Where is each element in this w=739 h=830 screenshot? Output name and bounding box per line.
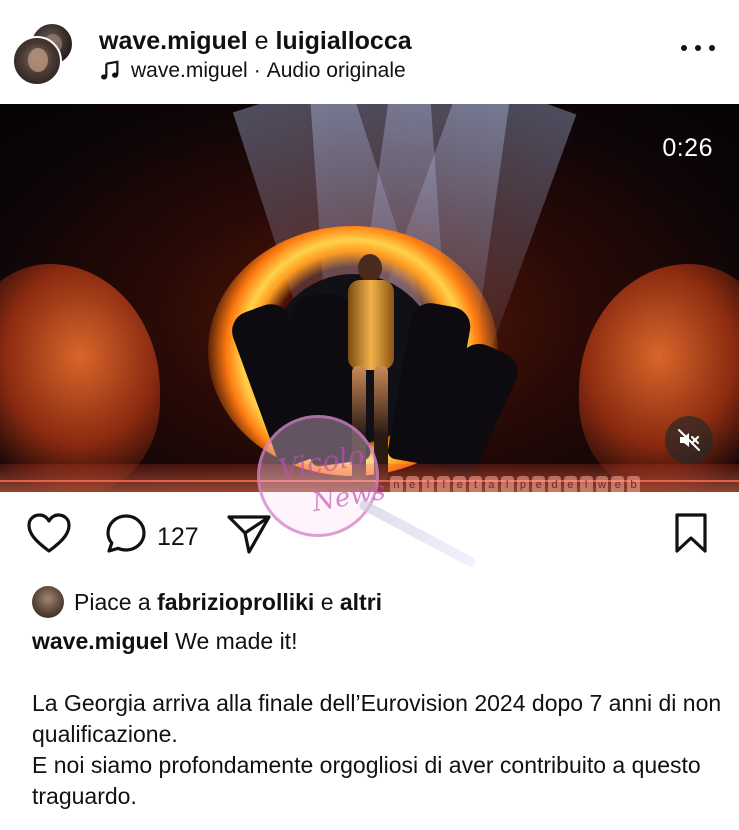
strip-letter: t bbox=[469, 476, 482, 492]
post-authors: wave.miguel e luigiallocca bbox=[99, 26, 412, 56]
strip-letter: l bbox=[421, 476, 435, 492]
strip-letter: p bbox=[516, 476, 530, 492]
bookmark-icon bbox=[675, 513, 707, 553]
more-dot bbox=[695, 45, 701, 51]
stamp-text-1: Vicolo bbox=[275, 438, 368, 487]
singer-outfit bbox=[348, 280, 394, 370]
audio-separator: · bbox=[253, 59, 261, 82]
strip-letter: n bbox=[390, 476, 403, 492]
strip-letter: w bbox=[595, 476, 609, 492]
strip-letter: l bbox=[437, 476, 451, 492]
caption-paragraph-2: E noi siamo profondamente orgogliosi di … bbox=[32, 752, 701, 809]
post-header: wave.miguel e luigiallocca wave.miguel ·… bbox=[0, 0, 739, 104]
comment-button[interactable] bbox=[104, 512, 148, 561]
share-button[interactable] bbox=[226, 512, 272, 561]
avatar-wave-miguel[interactable] bbox=[12, 36, 62, 86]
comment-count: 127 bbox=[157, 523, 199, 551]
more-options-button[interactable] bbox=[681, 38, 715, 58]
strip-letter: e bbox=[405, 476, 419, 492]
post-caption: wave.miguel We made it! La Georgia arriv… bbox=[32, 626, 722, 812]
like-button[interactable] bbox=[26, 512, 72, 559]
likes-summary[interactable]: Piace a fabrizioprolliki e altri bbox=[32, 586, 382, 618]
likes-others[interactable]: altri bbox=[340, 589, 382, 616]
more-horizontal-icon bbox=[681, 45, 687, 51]
backdrop-face-right bbox=[579, 264, 739, 492]
caption-first-line: We made it! bbox=[175, 628, 298, 654]
send-icon bbox=[227, 515, 271, 554]
authors-joiner: e bbox=[254, 27, 269, 55]
strip-letter: l bbox=[579, 476, 593, 492]
mute-button[interactable] bbox=[665, 416, 713, 464]
audio-link[interactable]: wave.miguel · Audio originale bbox=[99, 58, 406, 84]
audio-label: Audio originale bbox=[266, 59, 406, 82]
strip-letter: e bbox=[611, 476, 625, 492]
strip-letter: l bbox=[500, 476, 514, 492]
comment-icon bbox=[106, 514, 146, 553]
liker-avatar[interactable] bbox=[32, 586, 64, 618]
singer-head bbox=[358, 254, 382, 282]
collab-avatars[interactable] bbox=[12, 22, 76, 86]
reel-video[interactable]: n e l l e t a l p e d e l w e b 0:26 bbox=[0, 104, 739, 492]
watermark-strip: n e l l e t a l p e d e l w e b bbox=[390, 476, 640, 492]
strip-letter: d bbox=[548, 476, 561, 492]
caption-paragraph-1: La Georgia arriva alla finale dell’Eurov… bbox=[32, 690, 722, 747]
heart-icon bbox=[27, 513, 71, 553]
likes-joiner: e bbox=[320, 588, 334, 615]
video-time-remaining: 0:26 bbox=[662, 134, 713, 162]
author-wave-miguel[interactable]: wave.miguel bbox=[99, 27, 248, 55]
likes-prefix: Piace a bbox=[74, 588, 151, 615]
strip-letter: e bbox=[453, 476, 467, 492]
speaker-muted-icon bbox=[678, 429, 700, 451]
strip-letter: e bbox=[563, 476, 577, 492]
author-luigiallocca[interactable]: luigiallocca bbox=[275, 27, 411, 55]
strip-letter: b bbox=[627, 476, 640, 492]
strip-letter: a bbox=[484, 476, 498, 492]
caption-username[interactable]: wave.miguel bbox=[32, 628, 169, 654]
backdrop-face-left bbox=[0, 264, 160, 492]
audio-user: wave.miguel bbox=[131, 59, 248, 82]
save-button[interactable] bbox=[673, 512, 709, 559]
more-dot bbox=[709, 45, 715, 51]
post-actions: 127 bbox=[0, 492, 739, 584]
caption-gap bbox=[32, 657, 722, 688]
liker-username[interactable]: fabrizioprolliki bbox=[157, 589, 314, 616]
strip-letter: e bbox=[532, 476, 546, 492]
music-note-icon bbox=[101, 60, 119, 80]
